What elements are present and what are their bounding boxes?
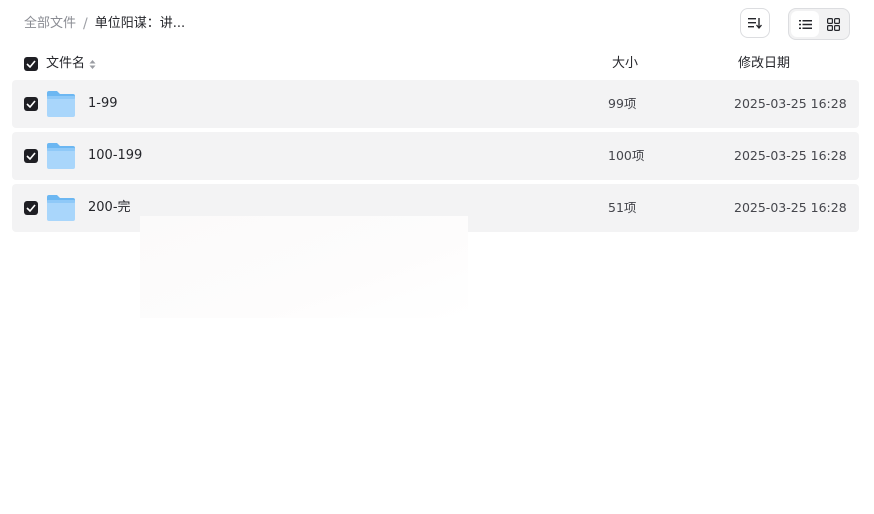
sort-toggle-icon [89,59,96,69]
folder-icon [47,91,75,117]
view-switch [788,8,850,40]
check-icon [26,152,36,160]
name-column-label: 文件名 [46,56,86,71]
breadcrumb-root-link[interactable]: 全部文件 [24,14,76,34]
breadcrumb-current-folder: 单位阳谋：讲... [94,16,186,31]
check-icon [26,60,36,68]
file-size: 99项 [608,96,637,111]
date-column-header[interactable]: 修改日期 [738,52,790,76]
folder-icon [47,143,75,169]
file-name[interactable]: 200-完 [88,184,131,232]
check-icon [26,100,36,108]
row-checkbox[interactable] [24,97,38,111]
blurred-overlay [140,216,468,318]
file-date: 2025-03-25 16:28 [734,200,847,215]
file-date: 2025-03-25 16:28 [734,148,847,163]
list-view-icon [798,19,812,29]
file-row[interactable]: 100-199 100项 2025-03-25 16:28 [12,132,859,180]
check-icon [26,204,36,212]
column-header-row: 文件名 大小 修改日期 [12,52,859,76]
name-column-header[interactable]: 文件名 [46,52,96,76]
select-all-checkbox[interactable] [24,57,38,71]
row-checkbox[interactable] [24,201,38,215]
folder-icon [47,195,75,221]
file-date: 2025-03-25 16:28 [734,96,847,111]
file-name[interactable]: 100-199 [88,132,142,180]
file-name[interactable]: 1-99 [88,80,118,128]
breadcrumb: 全部文件 / 单位阳谋：讲... [24,14,185,34]
file-size: 100项 [608,148,645,163]
sort-icon [748,18,762,29]
list-view-button[interactable] [791,11,819,37]
grid-view-icon [826,17,840,31]
file-browser: 全部文件 / 单位阳谋：讲... 文件名 大小 修改日期 1-99 99项 20… [0,0,874,514]
sort-button[interactable] [740,8,770,38]
file-list: 1-99 99项 2025-03-25 16:28 100-199 100项 2… [12,80,859,236]
file-size: 51项 [608,200,637,215]
breadcrumb-separator: / [83,16,88,32]
file-row[interactable]: 1-99 99项 2025-03-25 16:28 [12,80,859,128]
grid-view-button[interactable] [819,11,847,37]
row-checkbox[interactable] [24,149,38,163]
size-column-header[interactable]: 大小 [612,52,638,76]
